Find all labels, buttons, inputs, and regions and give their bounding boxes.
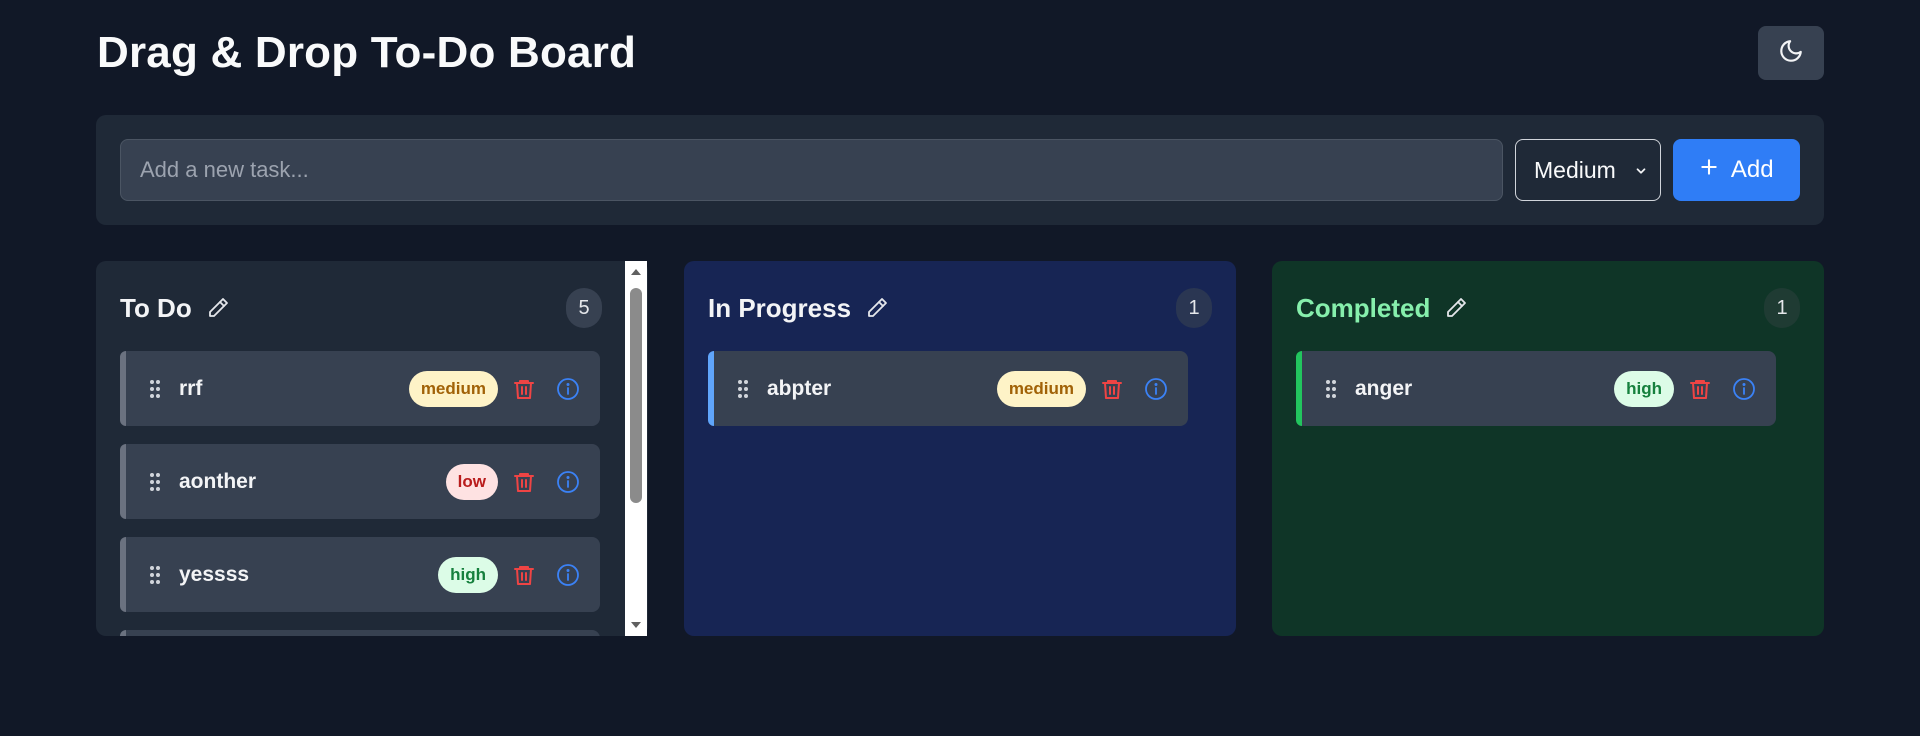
theme-toggle-button[interactable] [1758,26,1824,80]
task-card[interactable]: yessss high [120,537,600,612]
trash-icon[interactable] [512,469,536,495]
todo-scrollbar[interactable] [625,261,647,636]
priority-badge: medium [408,370,498,407]
header: Drag & Drop To-Do Board [97,24,1824,82]
info-icon[interactable] [1732,377,1756,401]
moon-icon [1778,38,1804,69]
priority-select-value: Medium [1534,156,1616,183]
task-count-badge: 5 [566,288,602,328]
new-task-input[interactable] [120,139,1503,201]
task-card-partial[interactable] [120,630,600,636]
column-title: In Progress [708,292,852,323]
card-list: rrf medium aonther low yessss high [120,351,600,636]
drag-handle-icon[interactable] [147,472,163,492]
card-list: abpter medium [708,351,1188,444]
add-task-button[interactable]: Add [1672,139,1800,201]
scrollbar-thumb[interactable] [630,288,642,503]
priority-select[interactable]: Medium [1515,139,1661,201]
priority-badge: medium [996,370,1086,407]
trash-icon[interactable] [512,562,536,588]
priority-badge: high [438,556,498,593]
column-header: To Do 5 [120,287,602,329]
column-title: Completed [1296,292,1431,323]
task-title: yessss [179,562,250,586]
priority-badge: high [1614,370,1674,407]
column-todo[interactable]: To Do 5 rrf medium aonther low yessss hi… [96,261,648,636]
add-task-panel: Medium Add [96,115,1824,225]
task-count-badge: 1 [1176,288,1212,328]
pencil-icon[interactable] [1444,296,1468,320]
column-header: In Progress 1 [708,287,1212,329]
task-card[interactable]: abpter medium [708,351,1188,426]
trash-icon[interactable] [1688,376,1712,402]
info-icon[interactable] [556,563,580,587]
task-title: aonther [179,469,257,493]
page-title: Drag & Drop To-Do Board [97,28,637,77]
drag-handle-icon[interactable] [1323,379,1339,399]
pencil-icon[interactable] [206,296,230,320]
task-count-badge: 1 [1764,288,1800,328]
column-header: Completed 1 [1296,287,1800,329]
priority-badge: low [445,463,498,500]
scroll-up-arrow-icon[interactable] [625,263,647,281]
drag-handle-icon[interactable] [147,565,163,585]
info-icon[interactable] [556,470,580,494]
column-title: To Do [120,292,192,323]
chevron-down-icon [1634,157,1648,184]
plus-icon [1699,156,1719,184]
column-completed[interactable]: Completed 1 anger high [1272,261,1824,636]
task-title: anger [1355,376,1413,400]
task-title: abpter [767,376,832,400]
task-title: rrf [179,376,203,400]
task-card[interactable]: aonther low [120,444,600,519]
task-card[interactable]: anger high [1296,351,1776,426]
trash-icon[interactable] [1100,376,1124,402]
add-button-label: Add [1730,156,1774,183]
pencil-icon[interactable] [865,296,889,320]
task-card[interactable]: rrf medium [120,351,600,426]
drag-handle-icon[interactable] [735,379,751,399]
trash-icon[interactable] [512,376,536,402]
card-list: anger high [1296,351,1776,444]
info-icon[interactable] [1144,377,1168,401]
drag-handle-icon[interactable] [147,379,163,399]
column-in-progress[interactable]: In Progress 1 abpter medium [684,261,1236,636]
scroll-down-arrow-icon[interactable] [625,616,647,634]
info-icon[interactable] [556,377,580,401]
